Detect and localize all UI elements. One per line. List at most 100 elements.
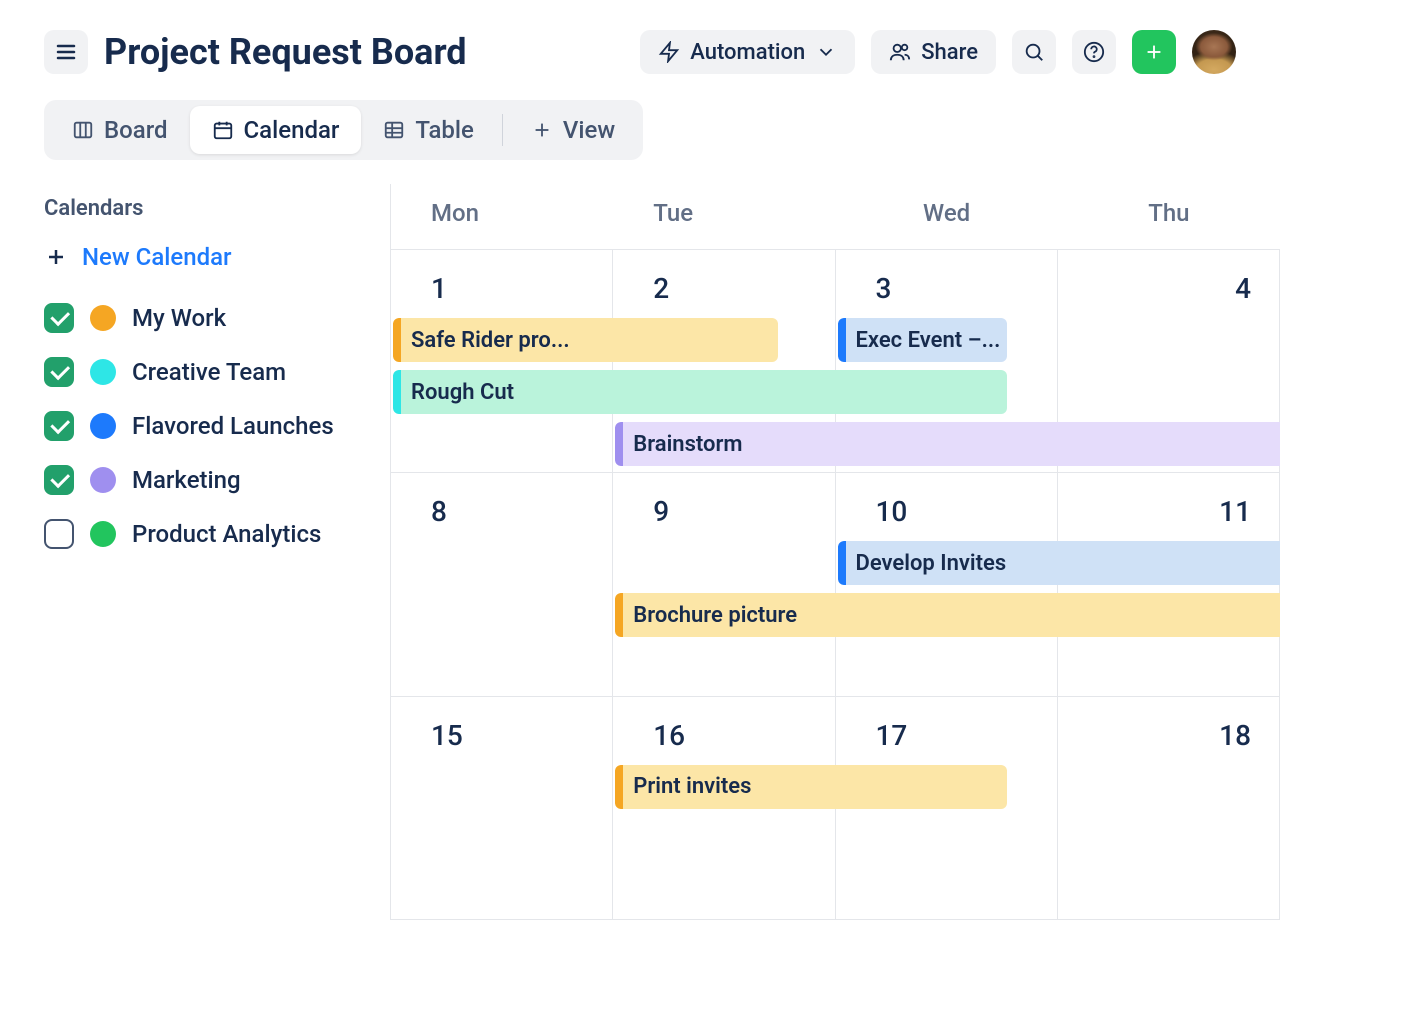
day-number: 8 xyxy=(431,495,447,528)
event-label: Brochure picture xyxy=(633,603,797,628)
header: Project Request Board Automation Share xyxy=(0,0,1280,84)
new-calendar-label: New Calendar xyxy=(82,243,232,271)
calendar-icon xyxy=(212,119,234,141)
event-label: Brainstorm xyxy=(633,432,742,457)
day-number: 9 xyxy=(653,495,669,528)
search-icon xyxy=(1023,41,1045,63)
app-root: Project Request Board Automation Share B… xyxy=(0,0,1280,920)
sidebar-title: Calendars xyxy=(44,196,370,221)
weekday-header: Mon Tue Wed Thu xyxy=(391,184,1280,250)
event-label: Print invites xyxy=(633,774,751,799)
new-calendar-button[interactable]: New Calendar xyxy=(44,235,370,291)
calendar-item[interactable]: Flavored Launches xyxy=(44,399,370,453)
day-number: 18 xyxy=(1219,719,1251,752)
calendar-item[interactable]: Product Analytics xyxy=(44,507,370,561)
calendar-checkbox[interactable] xyxy=(44,411,74,441)
calendar-event[interactable]: Exec Event –... xyxy=(838,318,1007,362)
calendar-label: My Work xyxy=(132,304,226,332)
tab-calendar-label: Calendar xyxy=(244,116,340,144)
calendar-color-swatch xyxy=(90,305,116,331)
tab-view-label: View xyxy=(563,116,615,144)
event-label: Rough Cut xyxy=(411,380,514,405)
day-number: 15 xyxy=(431,719,463,752)
tab-add-view[interactable]: View xyxy=(509,106,637,154)
calendar-event[interactable]: Brochure picture xyxy=(615,593,1280,637)
calendar-color-swatch xyxy=(90,359,116,385)
calendar-color-swatch xyxy=(90,413,116,439)
calendar-grid[interactable]: 1 2 3 4 8 9 10 11 15 16 17 18 Safe Rider pro... Exec … xyxy=(391,250,1280,920)
day-number: 10 xyxy=(876,495,908,528)
bolt-icon xyxy=(658,41,680,63)
calendar-item[interactable]: Marketing xyxy=(44,453,370,507)
share-button[interactable]: Share xyxy=(871,30,996,74)
chevron-down-icon xyxy=(815,41,837,63)
calendar-event[interactable]: Safe Rider pro... xyxy=(393,318,778,362)
calendar-checkbox[interactable] xyxy=(44,303,74,333)
automation-label: Automation xyxy=(690,40,805,65)
page-title: Project Request Board xyxy=(104,31,624,73)
day-number: 3 xyxy=(876,272,892,305)
calendar-item[interactable]: Creative Team xyxy=(44,345,370,399)
calendar-checkbox[interactable] xyxy=(44,519,74,549)
calendar-event[interactable]: Rough Cut xyxy=(393,370,1007,414)
tab-calendar[interactable]: Calendar xyxy=(190,106,362,154)
calendar-view: Mon Tue Wed Thu 1 2 3 4 8 9 10 11 15 16 17 18 Safe R… xyxy=(390,184,1280,920)
sidebar: Calendars New Calendar My Work Creative T… xyxy=(0,184,390,920)
help-icon xyxy=(1083,41,1105,63)
weekday-wed: Wed xyxy=(836,184,1058,249)
users-icon xyxy=(889,41,911,63)
calendar-checkbox[interactable] xyxy=(44,465,74,495)
event-label: Safe Rider pro... xyxy=(411,328,570,353)
weekday-thu: Thu xyxy=(1058,184,1280,249)
main-menu-button[interactable] xyxy=(44,30,88,74)
day-number: 17 xyxy=(876,719,908,752)
event-color-bar xyxy=(615,765,623,809)
calendar-cell[interactable]: 9 xyxy=(613,473,835,696)
tabs-group: Board Calendar Table View xyxy=(44,100,643,160)
calendar-color-swatch xyxy=(90,521,116,547)
event-color-bar xyxy=(615,593,623,637)
tab-board[interactable]: Board xyxy=(50,106,190,154)
calendar-event[interactable]: Develop Invites xyxy=(838,541,1281,585)
help-button[interactable] xyxy=(1072,30,1116,74)
calendar-event[interactable]: Print invites xyxy=(615,765,1007,809)
add-button[interactable] xyxy=(1132,30,1176,74)
day-number: 2 xyxy=(653,272,669,305)
automation-button[interactable]: Automation xyxy=(640,30,855,74)
day-number: 1 xyxy=(431,272,447,305)
calendar-label: Marketing xyxy=(132,466,241,494)
day-number: 16 xyxy=(653,719,685,752)
plus-icon xyxy=(1143,41,1165,63)
tab-table[interactable]: Table xyxy=(361,106,495,154)
tab-board-label: Board xyxy=(104,116,168,144)
event-label: Exec Event –... xyxy=(856,328,1001,353)
calendar-cell[interactable]: 18 xyxy=(1058,697,1280,920)
calendar-cell[interactable]: 8 xyxy=(391,473,613,696)
calendar-color-swatch xyxy=(90,467,116,493)
event-color-bar xyxy=(838,541,846,585)
avatar[interactable] xyxy=(1192,30,1236,74)
event-color-bar xyxy=(838,318,846,362)
calendar-event[interactable]: Brainstorm xyxy=(615,422,1280,466)
calendar-checkbox[interactable] xyxy=(44,357,74,387)
calendar-label: Product Analytics xyxy=(132,520,321,548)
share-label: Share xyxy=(921,40,978,65)
weekday-tue: Tue xyxy=(613,184,835,249)
tab-separator xyxy=(502,114,503,146)
event-color-bar xyxy=(393,370,401,414)
plus-icon xyxy=(44,245,68,269)
tab-table-label: Table xyxy=(415,116,473,144)
table-icon xyxy=(383,119,405,141)
calendar-list: My Work Creative Team Flavored Launches Mar… xyxy=(44,291,370,561)
calendar-item[interactable]: My Work xyxy=(44,291,370,345)
calendar-label: Flavored Launches xyxy=(132,412,334,440)
plus-icon xyxy=(531,119,553,141)
day-number: 4 xyxy=(1235,272,1251,305)
weekday-mon: Mon xyxy=(391,184,613,249)
calendar-cell[interactable]: 15 xyxy=(391,697,613,920)
calendar-label: Creative Team xyxy=(132,358,286,386)
search-button[interactable] xyxy=(1012,30,1056,74)
day-number: 11 xyxy=(1219,495,1251,528)
board-icon xyxy=(72,119,94,141)
body: Calendars New Calendar My Work Creative T… xyxy=(0,184,1280,920)
